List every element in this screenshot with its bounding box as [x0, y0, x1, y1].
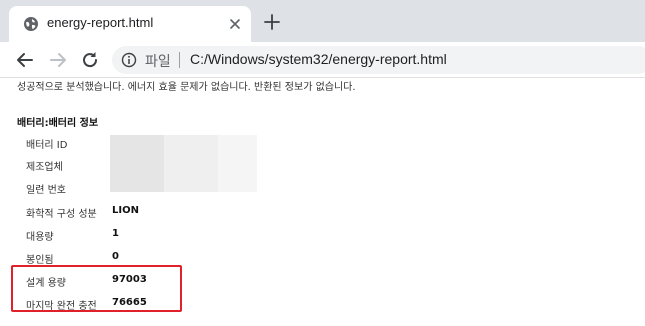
browser-toolbar: 파일 C:/Windows/system32/energy-report.htm…	[0, 42, 645, 78]
redacted-block	[164, 135, 218, 192]
tab-title: energy-report.html	[47, 15, 154, 30]
browser-tab[interactable]: energy-report.html	[9, 6, 251, 42]
address-url[interactable]: C:/Windows/system32/energy-report.html	[190, 51, 447, 67]
address-separator	[179, 52, 180, 68]
row-label-battery-id: 배터리 ID	[26, 140, 68, 151]
close-icon[interactable]	[226, 15, 244, 33]
row-label-manufacturer: 제조업체	[26, 162, 63, 173]
info-icon[interactable]	[121, 52, 137, 68]
redacted-block	[218, 135, 257, 192]
row-label-serial: 일련 번호	[26, 185, 66, 196]
row-value-sealed: 0	[112, 251, 119, 262]
file-scheme-label: 파일	[145, 54, 171, 70]
tab-strip: energy-report.html	[0, 0, 645, 42]
status-message: 성공적으로 분석했습니다. 에너지 효율 문제가 없습니다. 반환된 정보가 없…	[17, 82, 356, 93]
address-bar[interactable]: 파일 C:/Windows/system32/energy-report.htm…	[112, 46, 645, 74]
report-content: 성공적으로 분석했습니다. 에너지 효율 문제가 없습니다. 반환된 정보가 없…	[0, 78, 645, 326]
new-tab-button[interactable]	[263, 13, 281, 31]
row-value-chemistry: LION	[112, 205, 139, 216]
row-label-chemistry: 화학적 구성 성분	[26, 209, 97, 220]
forward-arrow-icon[interactable]	[47, 49, 69, 71]
back-arrow-icon[interactable]	[14, 49, 36, 71]
row-value-long-term: 1	[112, 228, 119, 239]
row-label-sealed: 봉인됨	[26, 255, 54, 266]
reload-icon[interactable]	[79, 49, 101, 71]
highlight-box	[11, 265, 182, 312]
redacted-block	[110, 135, 164, 192]
section-title: 배터리:배터리 정보	[17, 118, 99, 129]
globe-icon	[24, 17, 38, 31]
row-label-long-term: 대용량	[26, 232, 54, 243]
